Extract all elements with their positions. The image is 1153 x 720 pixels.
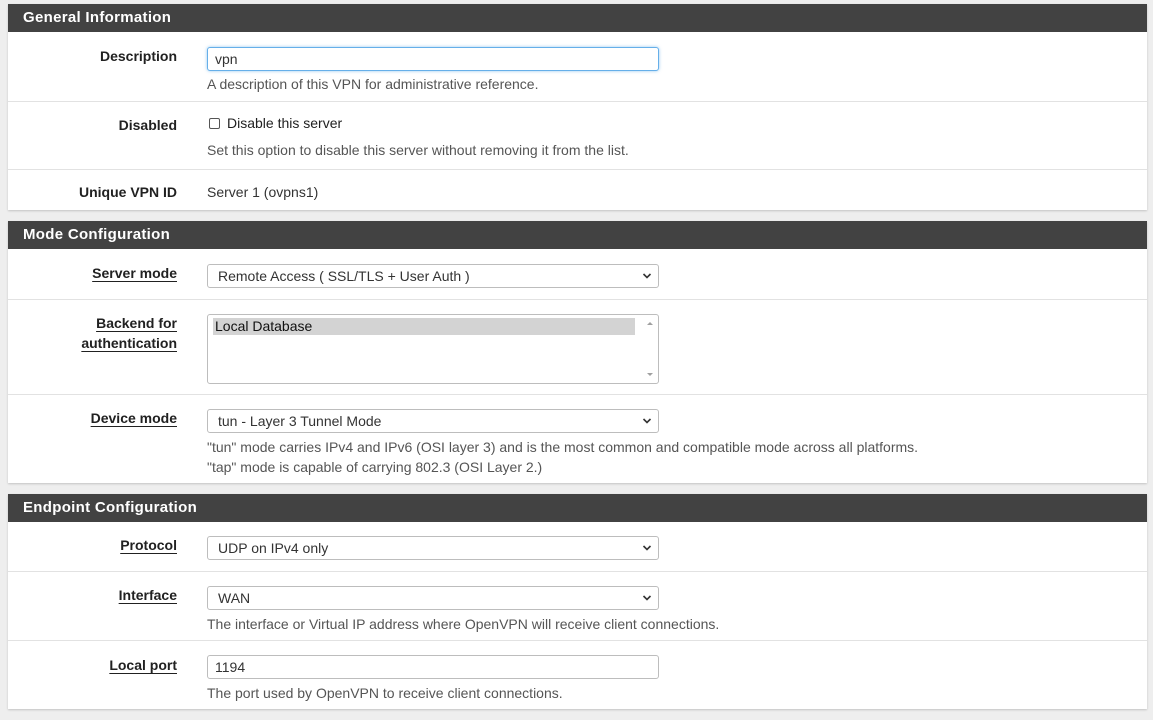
protocol-label[interactable]: Protocol [8,535,177,555]
local-port-input[interactable] [207,655,659,679]
mode-configuration-panel: Mode Configuration Server mode Remote Ac… [8,221,1147,483]
panel-title-general: General Information [8,4,1147,32]
endpoint-configuration-panel: Endpoint Configuration Protocol UDP on I… [8,494,1147,709]
unique-vpn-id-label: Unique VPN ID [78,184,177,200]
disable-server-checkbox-line[interactable]: Disable this server [207,115,342,131]
unique-vpn-id-value: Server 1 (ovpns1) [207,184,319,200]
chevron-down-icon [642,545,652,551]
local-port-label[interactable]: Local port [8,655,177,675]
server-mode-label[interactable]: Server mode [8,263,177,283]
local-port-row: Local port The port used by OpenVPN to r… [8,640,1147,709]
interface-select[interactable]: WAN [207,586,659,610]
general-information-panel: General Information Description A descri… [8,4,1147,210]
backend-auth-row: Backend for authentication Local Databas… [8,299,1147,394]
device-mode-selected-value: tun - Layer 3 Tunnel Mode [218,413,382,429]
description-input[interactable] [207,47,659,71]
chevron-down-icon [642,273,652,279]
description-help: A description of this VPN for administra… [207,76,539,92]
chevron-down-icon [642,595,652,601]
server-mode-selected-value: Remote Access ( SSL/TLS + User Auth ) [218,268,470,284]
device-mode-select[interactable]: tun - Layer 3 Tunnel Mode [207,409,659,433]
disabled-help: Set this option to disable this server w… [207,142,629,158]
device-mode-help-tun: "tun" mode carries IPv4 and IPv6 (OSI la… [207,439,919,455]
device-mode-label[interactable]: Device mode [8,408,177,428]
chevron-down-icon [642,418,652,424]
description-label: Description [99,48,177,64]
protocol-row: Protocol UDP on IPv4 only [8,522,1147,571]
server-mode-row: Server mode Remote Access ( SSL/TLS + Us… [8,249,1147,299]
interface-label[interactable]: Interface [8,585,177,605]
disabled-row: Disabled Disable this server Set this op… [8,101,1147,169]
device-mode-help-tap: "tap" mode is capable of carrying 802.3 … [207,459,543,475]
backend-auth-listbox[interactable]: Local Database [207,314,659,384]
protocol-selected-value: UDP on IPv4 only [218,540,329,556]
panel-title-mode: Mode Configuration [8,221,1147,249]
local-port-help: The port used by OpenVPN to receive clie… [207,685,563,701]
disabled-label: Disabled [118,117,177,133]
disable-server-checkbox-label[interactable]: Disable this server [227,115,342,131]
interface-row: Interface WAN The interface or Virtual I… [8,571,1147,640]
device-mode-row: Device mode tun - Layer 3 Tunnel Mode "t… [8,394,1147,483]
listbox-scrollbar[interactable] [644,317,656,381]
scroll-down-arrow-icon [647,373,653,376]
interface-help: The interface or Virtual IP address wher… [207,616,720,632]
interface-selected-value: WAN [218,590,251,606]
disable-server-checkbox[interactable] [209,117,220,129]
listbox-option-local-database[interactable]: Local Database [213,318,635,335]
scroll-up-arrow-icon [647,322,653,325]
backend-auth-label-line2[interactable]: authentication [8,333,177,353]
panel-title-endpoint: Endpoint Configuration [8,494,1147,522]
unique-vpn-id-row: Unique VPN ID Server 1 (ovpns1) [8,169,1147,210]
protocol-select[interactable]: UDP on IPv4 only [207,536,659,560]
server-mode-select[interactable]: Remote Access ( SSL/TLS + User Auth ) [207,264,659,288]
backend-auth-label-line1[interactable]: Backend for [8,313,177,333]
description-row: Description A description of this VPN fo… [8,32,1147,101]
